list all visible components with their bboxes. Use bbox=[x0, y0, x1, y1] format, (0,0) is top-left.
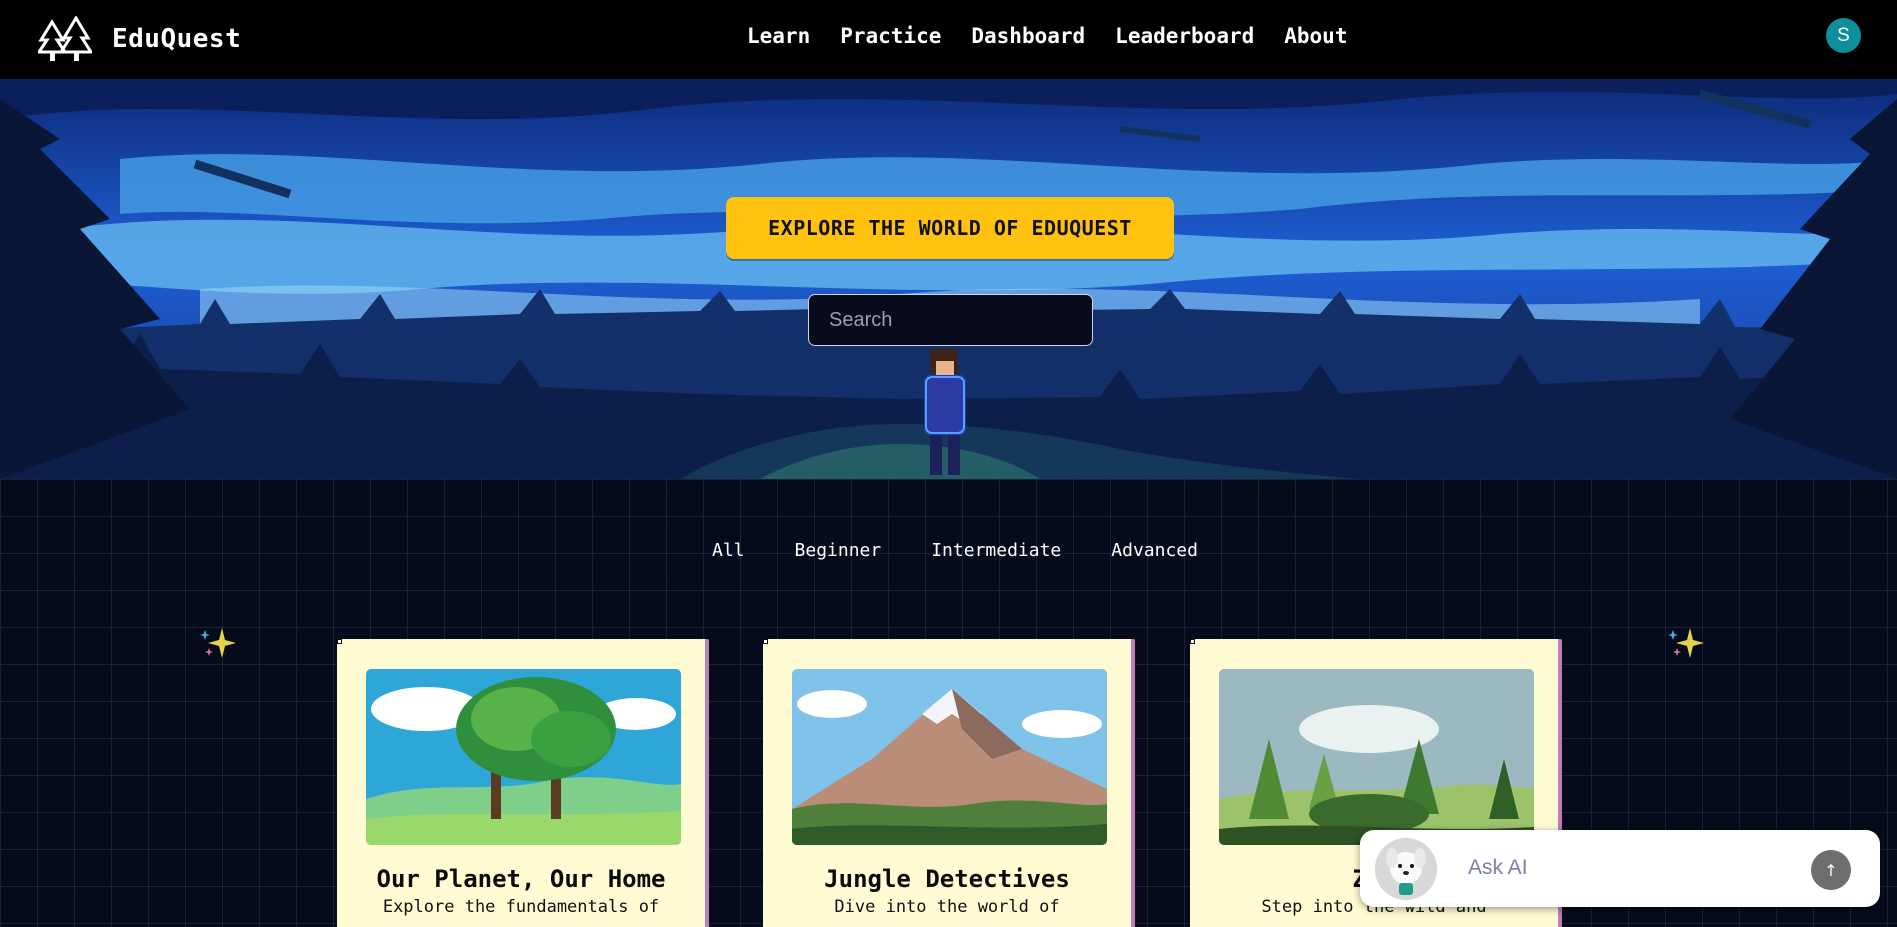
nav-about[interactable]: About bbox=[1284, 24, 1347, 48]
card-corner bbox=[337, 639, 342, 644]
nav-leaderboard[interactable]: Leaderboard bbox=[1115, 24, 1254, 48]
search-input[interactable] bbox=[808, 294, 1093, 346]
nav-practice[interactable]: Practice bbox=[840, 24, 941, 48]
filter-beginner[interactable]: Beginner bbox=[795, 540, 882, 561]
explore-banner: EXPLORE THE WORLD OF EDUQUEST bbox=[726, 197, 1174, 259]
dog-mascot-icon bbox=[1375, 838, 1437, 900]
nav-dashboard[interactable]: Dashboard bbox=[971, 24, 1085, 48]
course-card[interactable]: Our Planet, Our Home Explore the fundame… bbox=[337, 639, 709, 927]
arrow-up-icon[interactable]: ↑ bbox=[1811, 850, 1851, 890]
filter-advanced[interactable]: Advanced bbox=[1111, 540, 1198, 561]
filter-all[interactable]: All bbox=[712, 540, 745, 561]
pixel-night-sky-illustration bbox=[0, 79, 1897, 479]
sparkle-icon bbox=[1668, 628, 1704, 658]
pine-trees-logo-icon bbox=[38, 16, 92, 61]
card-description: Explore the fundamentals of bbox=[382, 897, 660, 917]
mountain-landscape-image bbox=[792, 669, 1107, 845]
filter-intermediate[interactable]: Intermediate bbox=[931, 540, 1061, 561]
hero-section: EXPLORE THE WORLD OF EDUQUEST bbox=[0, 79, 1897, 479]
card-title: Our Planet, Our Home bbox=[376, 865, 666, 893]
card-description: Dive into the world of bbox=[834, 897, 1060, 917]
ask-ai-input[interactable] bbox=[1468, 848, 1798, 888]
card-title: Jungle Detectives bbox=[824, 865, 1070, 893]
sparkle-icon bbox=[200, 628, 236, 658]
level-filters: All Beginner Intermediate Advanced bbox=[712, 540, 1198, 561]
main-nav: Learn Practice Dashboard Leaderboard Abo… bbox=[747, 24, 1347, 48]
course-card[interactable]: Jungle Detectives Dive into the world of bbox=[763, 639, 1135, 927]
brand[interactable]: EduQuest bbox=[38, 16, 241, 62]
card-corner bbox=[1190, 639, 1195, 644]
brand-name: EduQuest bbox=[112, 24, 242, 54]
card-corner bbox=[763, 639, 768, 644]
navbar: EduQuest Learn Practice Dashboard Leader… bbox=[0, 0, 1897, 79]
forest-meadow-image bbox=[1219, 669, 1534, 845]
tree-landscape-image bbox=[366, 669, 681, 845]
user-avatar[interactable]: S bbox=[1826, 18, 1861, 53]
nav-learn[interactable]: Learn bbox=[747, 24, 810, 48]
ask-ai-widget: ↑ bbox=[1360, 830, 1880, 907]
